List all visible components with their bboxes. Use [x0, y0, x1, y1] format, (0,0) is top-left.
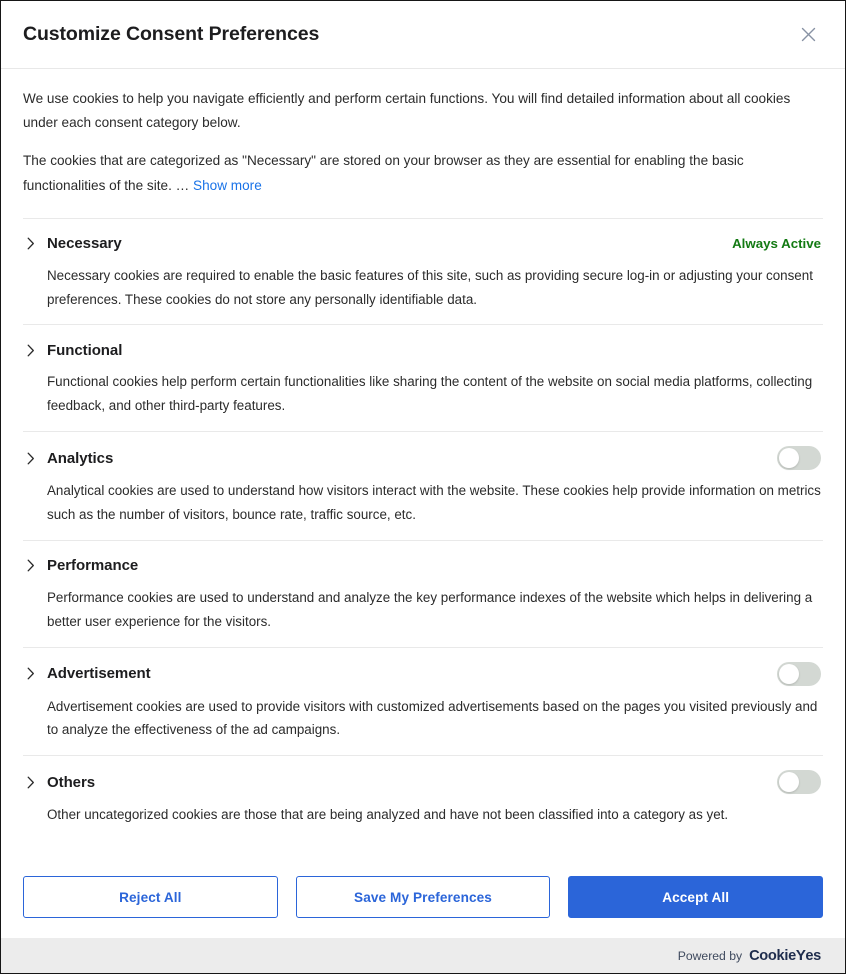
- category-description: Advertisement cookies are used to provid…: [47, 698, 818, 738]
- category-functional: Functional Functional cookies help perfo…: [23, 324, 823, 431]
- category-list: Necessary Always Active Necessary cookie…: [23, 217, 823, 840]
- category-title[interactable]: Others: [47, 774, 95, 791]
- category-title[interactable]: Analytics: [47, 450, 113, 467]
- category-header[interactable]: Analytics: [23, 446, 823, 471]
- action-button-row: Reject All Save My Preferences Accept Al…: [1, 862, 845, 938]
- accept-all-button[interactable]: Accept All: [568, 876, 824, 918]
- intro-paragraph-2-text: The cookies that are categorized as "Nec…: [23, 153, 744, 193]
- show-more-link[interactable]: Show more: [193, 178, 262, 193]
- category-header[interactable]: Functional: [23, 339, 823, 361]
- brand-text-1: Cookie: [749, 947, 796, 964]
- category-header[interactable]: Performance: [23, 555, 823, 577]
- advertisement-toggle[interactable]: [777, 661, 821, 686]
- category-description: Functional cookies help perform certain …: [47, 374, 813, 414]
- category-others: Others Other uncategorized cookies are t…: [23, 755, 823, 840]
- intro-paragraph-2: The cookies that are categorized as "Nec…: [23, 149, 823, 197]
- consent-preferences-modal: Customize Consent Preferences We use coo…: [0, 0, 846, 974]
- category-description: Necessary cookies are required to enable…: [47, 267, 813, 307]
- category-header[interactable]: Others: [23, 770, 823, 795]
- powered-by-footer: Powered by Cookie Yes: [1, 938, 845, 973]
- chevron-right-icon[interactable]: [23, 344, 47, 357]
- others-toggle[interactable]: [777, 770, 821, 795]
- category-description: Analytical cookies are used to understan…: [47, 483, 821, 523]
- page-title: Customize Consent Preferences: [23, 22, 320, 45]
- category-advertisement: Advertisement Advertisement cookies are …: [23, 646, 823, 756]
- intro-ellipsis: …: [175, 177, 194, 193]
- cookieyes-logo[interactable]: Cookie Yes: [749, 948, 821, 964]
- analytics-toggle[interactable]: [777, 446, 821, 471]
- chevron-right-icon[interactable]: [23, 452, 47, 465]
- chevron-right-icon[interactable]: [23, 776, 47, 789]
- category-performance: Performance Performance cookies are used…: [23, 539, 823, 647]
- close-button[interactable]: [795, 22, 821, 48]
- category-header[interactable]: Advertisement: [23, 661, 823, 686]
- status-badge: Always Active: [732, 236, 821, 252]
- category-title[interactable]: Necessary: [47, 235, 122, 252]
- intro-text: We use cookies to help you navigate effi…: [23, 69, 823, 202]
- category-header[interactable]: Necessary Always Active: [23, 233, 823, 255]
- chevron-right-icon[interactable]: [23, 559, 47, 572]
- intro-paragraph-1: We use cookies to help you navigate effi…: [23, 91, 791, 131]
- category-description: Performance cookies are used to understa…: [47, 589, 813, 629]
- category-title[interactable]: Functional: [47, 342, 122, 359]
- save-preferences-button[interactable]: Save My Preferences: [295, 876, 551, 918]
- brand-text-y: Y: [795, 947, 806, 964]
- toggle-knob: [779, 448, 799, 469]
- powered-by-label: Powered by: [677, 948, 743, 963]
- toggle-knob: [779, 772, 799, 793]
- category-title[interactable]: Performance: [47, 557, 138, 574]
- chevron-right-icon[interactable]: [23, 667, 47, 680]
- reject-all-button[interactable]: Reject All: [23, 876, 278, 918]
- category-description: Other uncategorized cookies are those th…: [47, 807, 729, 823]
- modal-header: Customize Consent Preferences: [1, 1, 845, 69]
- modal-body: We use cookies to help you navigate effi…: [1, 69, 845, 862]
- chevron-right-icon[interactable]: [23, 237, 47, 250]
- toggle-knob: [779, 663, 799, 684]
- category-analytics: Analytics Analytical cookies are used to…: [23, 431, 823, 540]
- category-title[interactable]: Advertisement: [47, 665, 151, 682]
- close-icon: [801, 27, 816, 42]
- brand-text-2: es: [805, 947, 821, 964]
- category-necessary: Necessary Always Active Necessary cookie…: [23, 217, 823, 325]
